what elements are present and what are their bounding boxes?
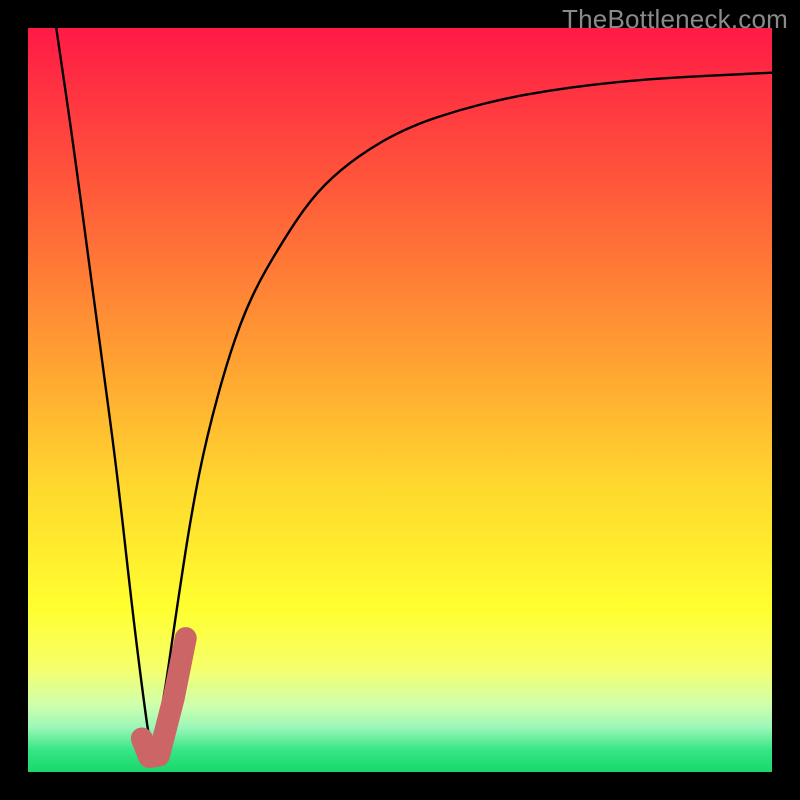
chart-svg [28,28,772,772]
plot-area [28,28,772,772]
watermark-text: TheBottleneck.com [562,4,788,35]
chart-frame: TheBottleneck.com [0,0,800,800]
